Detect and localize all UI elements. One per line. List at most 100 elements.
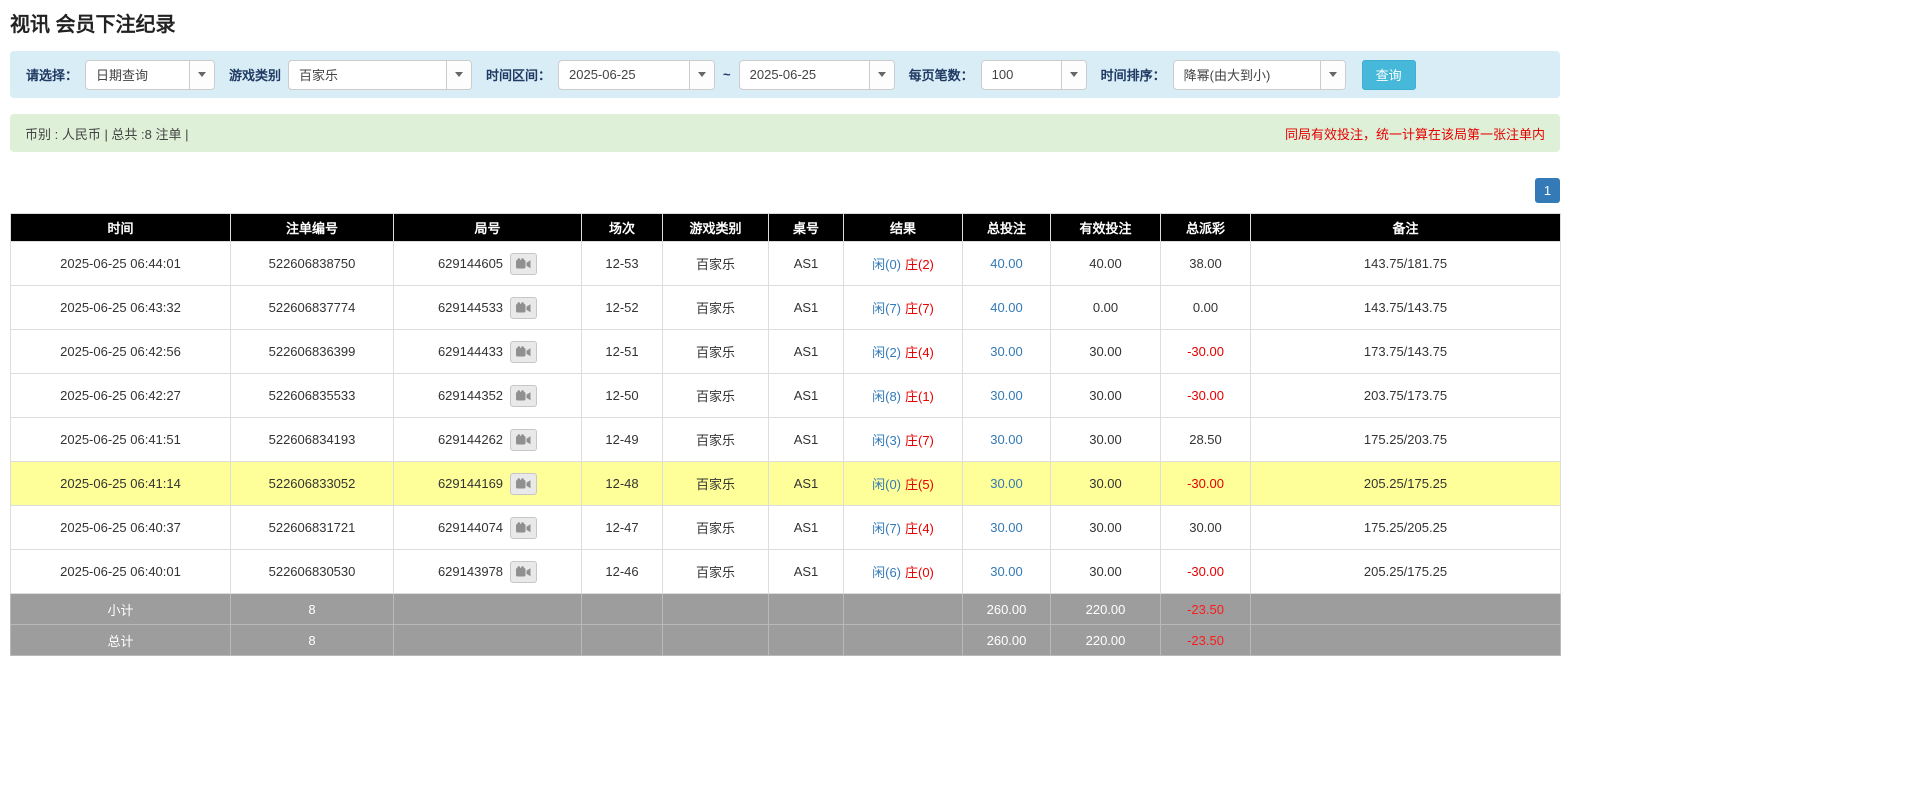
total-bet-link[interactable]: 40.00	[990, 256, 1023, 271]
replay-button[interactable]	[510, 253, 537, 275]
query-type-group: 请选择： 日期查询	[26, 60, 215, 90]
replay-button[interactable]	[510, 473, 537, 495]
column-header-table: 桌号	[769, 214, 844, 242]
video-replay-icon	[516, 390, 531, 402]
total-bet-cell: 30.00	[963, 506, 1051, 550]
column-header-total-bet: 总投注	[963, 214, 1051, 242]
time-cell: 2025-06-25 06:41:14	[11, 462, 231, 506]
caret-icon	[455, 72, 463, 77]
payout-cell: 0.00	[1161, 286, 1251, 330]
payout-cell: -30.00	[1161, 462, 1251, 506]
search-button[interactable]: 查询	[1362, 60, 1416, 90]
footer-payout: -23.50	[1161, 625, 1251, 656]
result-cell: 闲(3) 庄(7)	[844, 418, 963, 462]
replay-button[interactable]	[510, 341, 537, 363]
valid-bet-cell: 30.00	[1051, 374, 1161, 418]
table-row[interactable]: 2025-06-25 06:42:56 522606836399 6291444…	[11, 330, 1561, 374]
payout-cell: 30.00	[1161, 506, 1251, 550]
page-button-1[interactable]: 1	[1535, 178, 1560, 203]
table-row[interactable]: 2025-06-25 06:41:14 522606833052 6291441…	[11, 462, 1561, 506]
table-row[interactable]: 2025-06-25 06:41:51 522606834193 6291442…	[11, 418, 1561, 462]
time-cell: 2025-06-25 06:40:01	[11, 550, 231, 594]
column-header-session: 场次	[582, 214, 663, 242]
table-row[interactable]: 2025-06-25 06:40:01 522606830530 6291439…	[11, 550, 1561, 594]
result-player: 闲(8)	[872, 389, 901, 404]
game-cell: 百家乐	[663, 330, 769, 374]
result-cell: 闲(2)庄(4)	[844, 330, 963, 374]
total-bet-link[interactable]: 30.00	[990, 432, 1023, 447]
total-bet-link[interactable]: 30.00	[990, 520, 1023, 535]
result-banker: 庄(7)	[905, 433, 934, 448]
game-type-select[interactable]: 百家乐	[288, 60, 472, 90]
table-row[interactable]: 2025-06-25 06:42:27 522606835533 6291443…	[11, 374, 1561, 418]
caret-icon	[1070, 72, 1078, 77]
total-bet-link[interactable]: 40.00	[990, 300, 1023, 315]
table-no-cell: AS1	[769, 374, 844, 418]
caret-icon	[698, 72, 706, 77]
result-player: 闲(0)	[872, 257, 901, 272]
total-bet-link[interactable]: 30.00	[990, 388, 1023, 403]
column-header-result: 结果	[844, 214, 963, 242]
subtotal-count: 8	[231, 594, 394, 625]
summary-info: 币别 : 人民币 | 总共 :8 注单 |	[25, 124, 189, 143]
result-player: 闲(3)	[872, 433, 901, 448]
column-header-valid-bet: 有效投注	[1051, 214, 1161, 242]
table-no-cell: AS1	[769, 462, 844, 506]
game-cell: 百家乐	[663, 242, 769, 286]
game-type-group: 游戏类别 百家乐	[229, 60, 472, 90]
session-cell: 12-46	[582, 550, 663, 594]
date-from-value: 2025-06-25	[559, 61, 689, 89]
total-bet-link[interactable]: 30.00	[990, 564, 1023, 579]
footer-empty-cell	[1251, 594, 1561, 625]
table-row[interactable]: 2025-06-25 06:40:37 522606831721 6291440…	[11, 506, 1561, 550]
replay-button[interactable]	[510, 517, 537, 539]
caret-icon	[878, 72, 886, 77]
footer-empty-cell	[1251, 625, 1561, 656]
total-bet-link[interactable]: 30.00	[990, 344, 1023, 359]
chevron-down-icon[interactable]	[689, 61, 714, 89]
session-cell: 12-51	[582, 330, 663, 374]
query-type-select[interactable]: 日期查询	[85, 60, 215, 90]
total-bet-cell: 30.00	[963, 418, 1051, 462]
total-bet-cell: 30.00	[963, 330, 1051, 374]
content-container: 视讯 会员下注纪录 请选择： 日期查询 游戏类别 百家乐 时间区间： 2025-…	[0, 0, 1570, 676]
date-to-select[interactable]: 2025-06-25	[739, 60, 895, 90]
result-cell: 闲(0)庄(2)	[844, 242, 963, 286]
time-cell: 2025-06-25 06:44:01	[11, 242, 231, 286]
page-size-select[interactable]: 100	[981, 60, 1087, 90]
chevron-down-icon[interactable]	[446, 61, 471, 89]
footer-empty-cell	[769, 594, 844, 625]
replay-button[interactable]	[510, 429, 537, 451]
time-cell: 2025-06-25 06:41:51	[11, 418, 231, 462]
note-cell: 143.75/143.75	[1251, 286, 1561, 330]
round-id: 629144605	[438, 256, 503, 271]
time-cell: 2025-06-25 06:42:56	[11, 330, 231, 374]
chevron-down-icon[interactable]	[869, 61, 894, 89]
video-replay-icon	[516, 566, 531, 578]
chevron-down-icon[interactable]	[1320, 61, 1345, 89]
date-from-select[interactable]: 2025-06-25	[558, 60, 715, 90]
bet-records-table: 时间 注单编号 局号 场次 游戏类别 桌号 结果 总投注 有效投注 总派彩 备注…	[10, 213, 1561, 656]
table-no-cell: AS1	[769, 506, 844, 550]
chevron-down-icon[interactable]	[189, 61, 214, 89]
footer-empty-cell	[844, 594, 963, 625]
total-bet-cell: 40.00	[963, 286, 1051, 330]
replay-button[interactable]	[510, 561, 537, 583]
chevron-down-icon[interactable]	[1061, 61, 1086, 89]
round-cell: 629143978	[394, 550, 582, 594]
column-header-note: 备注	[1251, 214, 1561, 242]
round-cell: 629144533	[394, 286, 582, 330]
time-range-group: 时间区间： 2025-06-25 ~ 2025-06-25	[486, 60, 895, 90]
sort-order-select[interactable]: 降幂(由大到小)	[1173, 60, 1346, 90]
time-cell: 2025-06-25 06:43:32	[11, 286, 231, 330]
game-cell: 百家乐	[663, 418, 769, 462]
valid-bet-cell: 30.00	[1051, 418, 1161, 462]
table-row[interactable]: 2025-06-25 06:43:32 522606837774 6291445…	[11, 286, 1561, 330]
table-row[interactable]: 2025-06-25 06:44:01 522606838750 6291446…	[11, 242, 1561, 286]
replay-button[interactable]	[510, 297, 537, 319]
round-cell: 629144074	[394, 506, 582, 550]
total-bet-link[interactable]: 30.00	[990, 476, 1023, 491]
replay-button[interactable]	[510, 385, 537, 407]
result-player: 闲(6)	[872, 565, 901, 580]
result-banker: 庄(1)	[905, 389, 934, 404]
